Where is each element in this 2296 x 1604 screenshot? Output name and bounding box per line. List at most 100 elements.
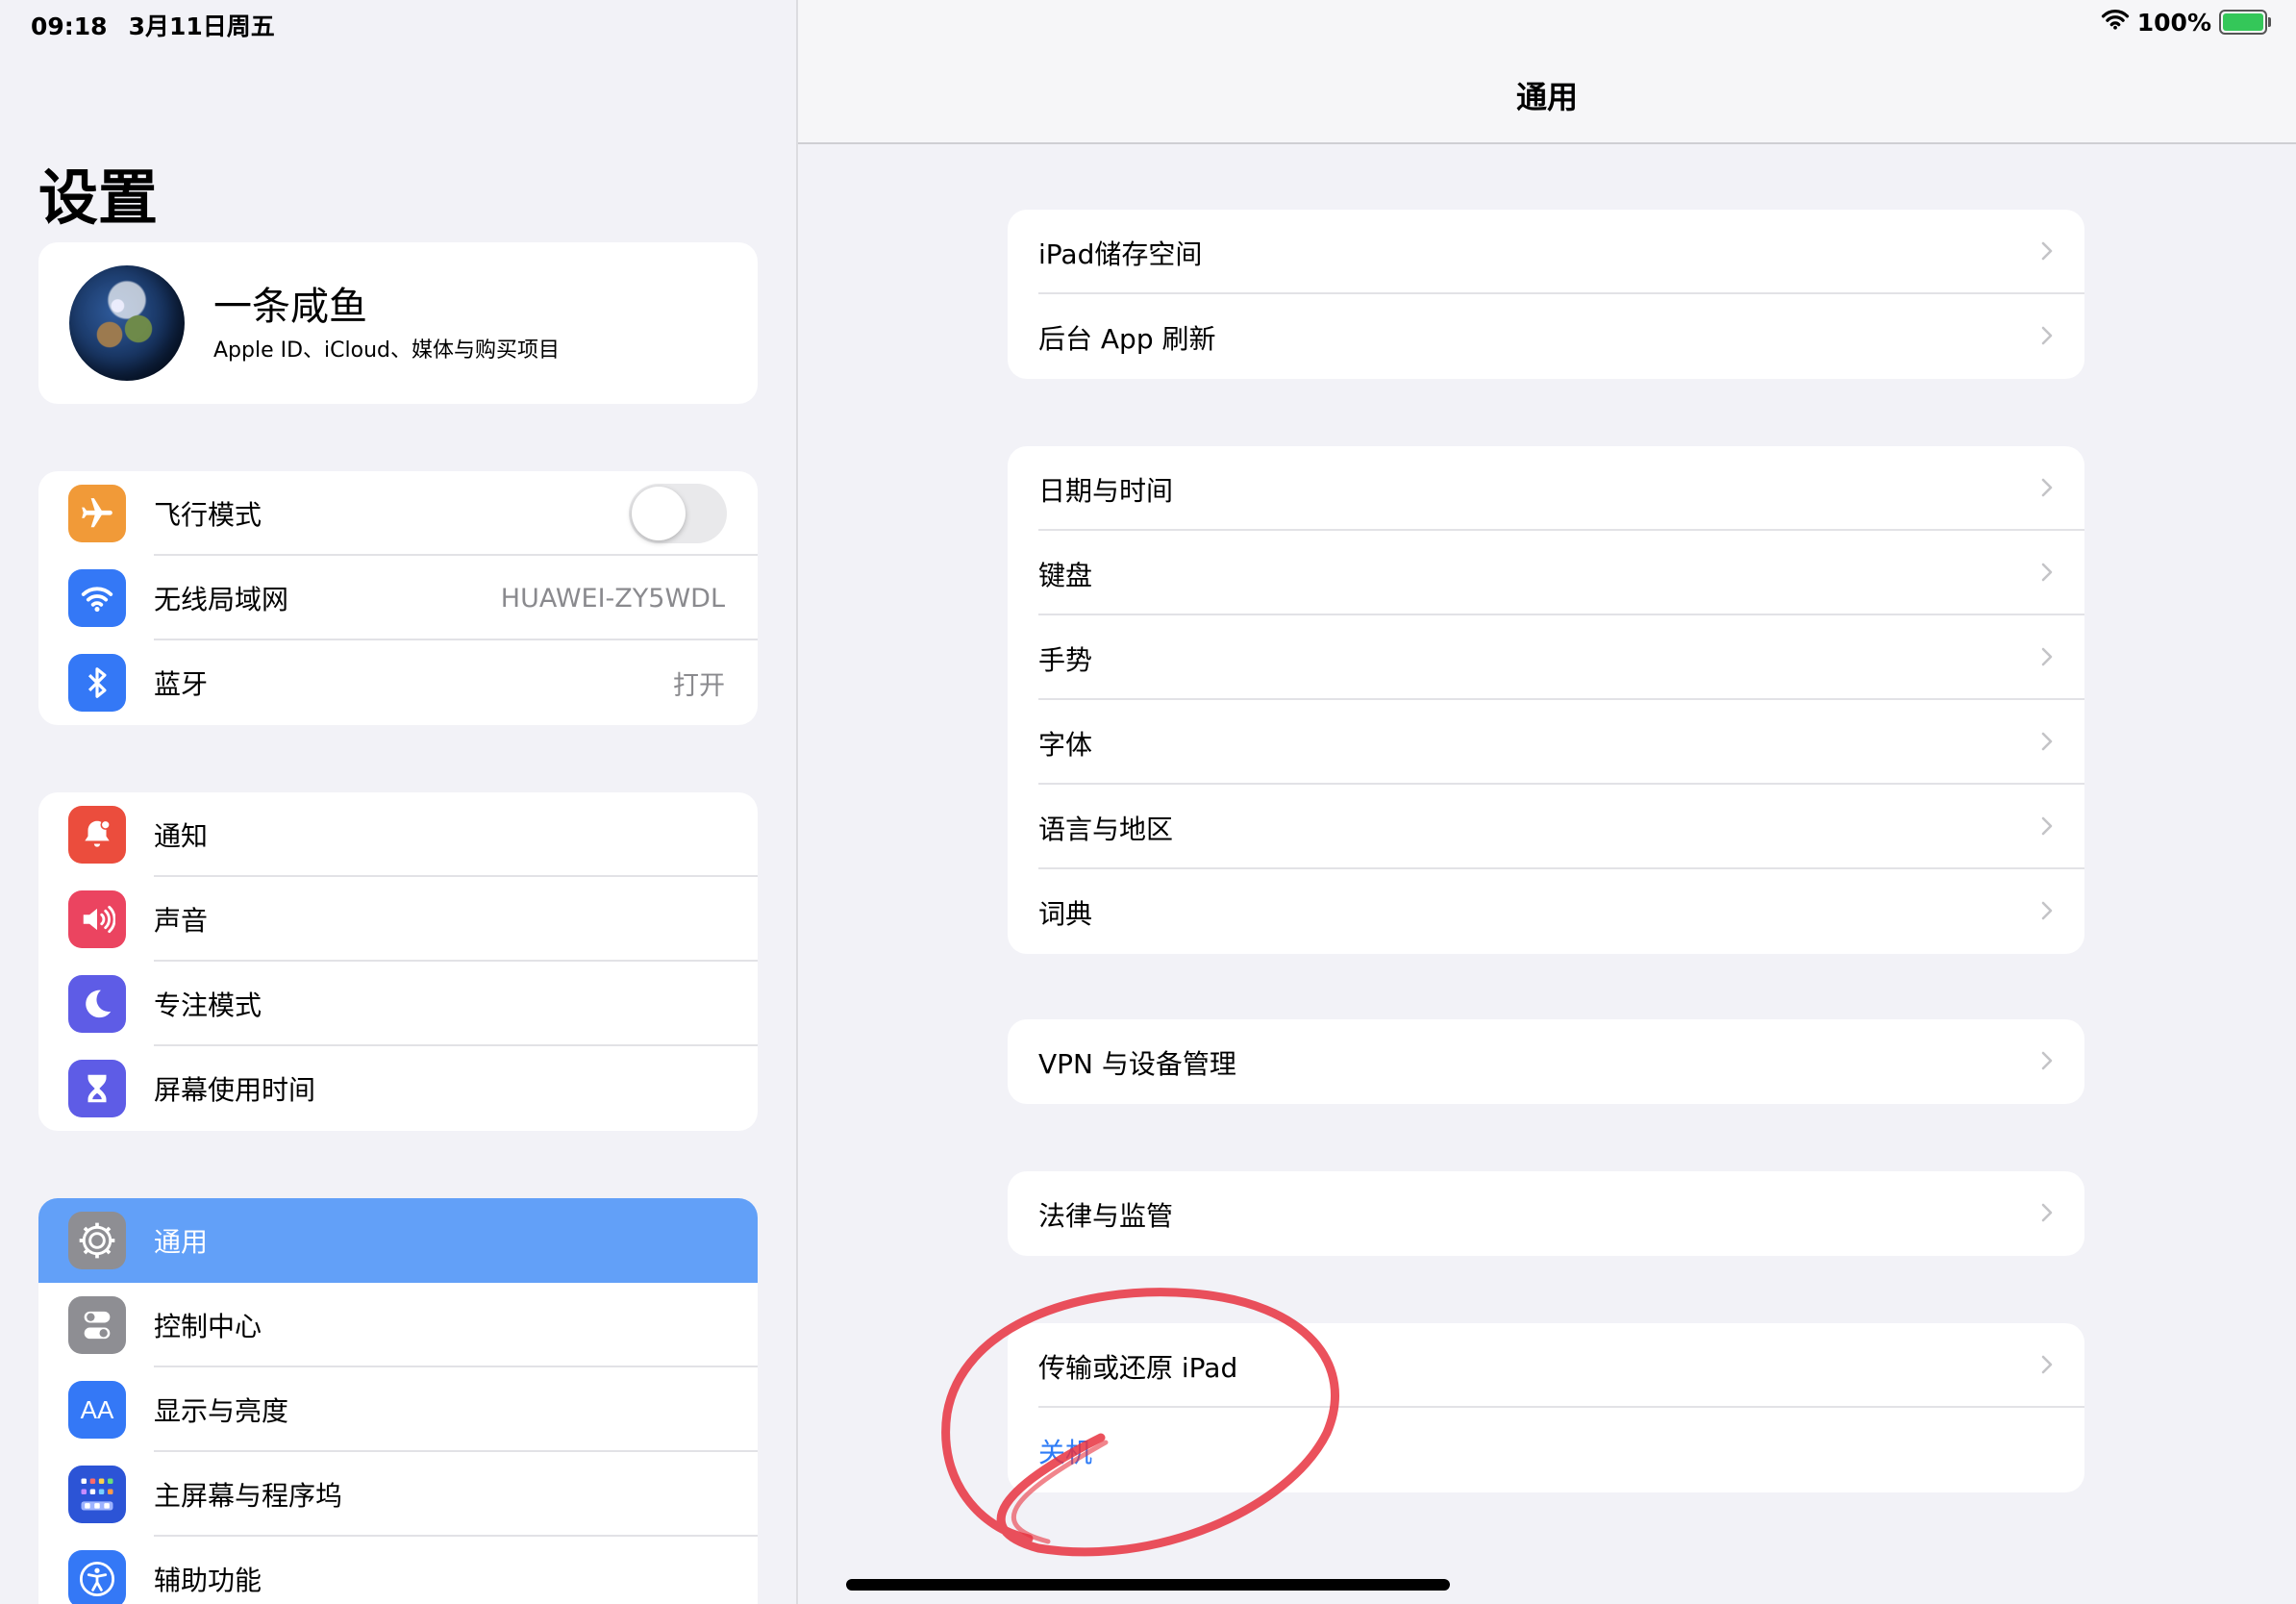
sidebar-item-label: 主屏幕与程序坞	[154, 1480, 343, 1512]
bluetooth-icon	[68, 654, 126, 712]
connectivity-group: 飞行模式 无线局域网 HUAWEI-ZY5WDL 蓝牙 打开	[38, 471, 758, 725]
status-time: 09:18	[31, 13, 108, 40]
row-legal-regulatory[interactable]: 法律与监管	[1008, 1171, 2084, 1256]
row-background-app-refresh[interactable]: 后台 App 刷新	[1008, 294, 2084, 379]
accessibility-icon	[68, 1550, 126, 1604]
row-label: 键盘	[1038, 560, 1093, 591]
sidebar-item-display[interactable]: AA 显示与亮度	[38, 1367, 758, 1452]
nav-title: 通用	[1515, 79, 1578, 115]
sidebar-item-general[interactable]: 通用	[38, 1198, 758, 1283]
status-bar-right: 100%	[2101, 8, 2271, 37]
general-detail-pane: 通用 100% iPad储存空间 后台 App 刷新 日期与时间 键盘 手势 字…	[798, 0, 2296, 1604]
sidebar-item-label: 蓝牙	[154, 668, 209, 700]
page-title: 设置	[38, 163, 159, 233]
row-label: iPad储存空间	[1038, 238, 1203, 270]
row-language-region[interactable]: 语言与地区	[1008, 785, 2084, 869]
sidebar-item-label: 无线局域网	[154, 584, 289, 615]
sidebar-item-bluetooth[interactable]: 蓝牙 打开	[38, 640, 758, 725]
bluetooth-status: 打开	[673, 670, 725, 701]
chevron-right-icon	[2041, 241, 2053, 261]
row-fonts[interactable]: 字体	[1008, 700, 2084, 785]
chevron-right-icon	[2041, 1051, 2053, 1070]
sidebar-item-airplane-mode[interactable]: 飞行模式	[38, 471, 758, 556]
toggle-knob	[632, 487, 686, 540]
airplane-mode-toggle[interactable]	[629, 484, 727, 543]
locale-group: 日期与时间 键盘 手势 字体 语言与地区 词典	[1008, 446, 2084, 954]
settings-sidebar: 09:18 3月11日周五 设置 一条咸鱼 Apple ID、iCloud、媒体与…	[0, 0, 798, 1604]
chevron-right-icon	[2041, 732, 2053, 751]
row-label: 传输或还原 iPad	[1038, 1352, 1238, 1384]
sidebar-item-label: 通用	[154, 1226, 209, 1258]
sidebar-item-screen-time[interactable]: 屏幕使用时间	[38, 1046, 758, 1131]
row-dictionary[interactable]: 词典	[1008, 869, 2084, 954]
profile-subtitle: Apple ID、iCloud、媒体与购买项目	[213, 338, 561, 363]
chevron-right-icon	[2041, 563, 2053, 582]
sidebar-item-label: 显示与亮度	[154, 1395, 289, 1427]
row-ipad-storage[interactable]: iPad储存空间	[1008, 210, 2084, 294]
row-label: 语言与地区	[1038, 814, 1174, 845]
row-date-time[interactable]: 日期与时间	[1008, 446, 2084, 531]
profile-name: 一条咸鱼	[213, 285, 367, 329]
home-grid-icon	[68, 1466, 126, 1523]
airplane-icon	[68, 485, 126, 542]
row-label: 后台 App 刷新	[1038, 323, 1216, 355]
sidebar-item-label: 声音	[154, 905, 209, 937]
sidebar-item-home-screen[interactable]: 主屏幕与程序坞	[38, 1452, 758, 1537]
sidebar-item-notifications[interactable]: 通知	[38, 792, 758, 877]
sidebar-item-accessibility[interactable]: 辅助功能	[38, 1537, 758, 1604]
sidebar-item-focus[interactable]: 专注模式	[38, 962, 758, 1046]
home-indicator[interactable]	[846, 1579, 1450, 1591]
moon-icon	[68, 975, 126, 1033]
sidebar-item-label: 专注模式	[154, 990, 262, 1021]
chevron-right-icon	[2041, 326, 2053, 345]
chevron-right-icon	[2041, 816, 2053, 836]
general-group: 通用 控制中心 AA 显示与亮度 主屏幕与程序坞 辅助功能	[38, 1198, 758, 1604]
storage-group: iPad储存空间 后台 App 刷新	[1008, 210, 2084, 379]
text-size-icon: AA	[68, 1381, 126, 1439]
sidebar-item-label: 辅助功能	[154, 1565, 262, 1596]
row-label: 日期与时间	[1038, 475, 1174, 507]
chevron-right-icon	[2041, 478, 2053, 497]
wifi-icon	[2101, 8, 2130, 37]
chevron-right-icon	[2041, 647, 2053, 666]
chevron-right-icon	[2041, 901, 2053, 920]
chevron-right-icon	[2041, 1203, 2053, 1222]
wifi-icon	[68, 569, 126, 627]
status-bar-left: 09:18 3月11日周五	[31, 8, 296, 42]
status-date: 3月11日周五	[128, 13, 275, 40]
wifi-network-name: HUAWEI-ZY5WDL	[500, 583, 725, 614]
sidebar-item-sounds[interactable]: 声音	[38, 877, 758, 962]
avatar	[69, 265, 185, 381]
speaker-icon	[68, 890, 126, 948]
sidebar-item-label: 飞行模式	[154, 499, 262, 531]
row-label: 词典	[1038, 898, 1093, 930]
sidebar-item-label: 通知	[154, 820, 209, 852]
bell-icon	[68, 806, 126, 864]
hourglass-icon	[68, 1060, 126, 1117]
gear-icon	[68, 1212, 126, 1269]
row-keyboard[interactable]: 键盘	[1008, 531, 2084, 615]
sidebar-item-label: 屏幕使用时间	[154, 1074, 316, 1106]
row-gestures[interactable]: 手势	[1008, 615, 2084, 700]
row-transfer-reset[interactable]: 传输或还原 iPad	[1008, 1323, 2084, 1408]
sidebar-item-control-center[interactable]: 控制中心	[38, 1283, 758, 1367]
battery-charging-icon	[2219, 10, 2271, 35]
legal-group: 法律与监管	[1008, 1171, 2084, 1256]
row-label: 法律与监管	[1038, 1200, 1174, 1232]
row-label: VPN 与设备管理	[1038, 1048, 1236, 1080]
row-label: 字体	[1038, 729, 1093, 761]
chevron-right-icon	[2041, 1355, 2053, 1374]
shut-down-button: 关机	[1038, 1437, 1093, 1468]
battery-percent: 100%	[2136, 8, 2211, 37]
sidebar-item-wifi[interactable]: 无线局域网 HUAWEI-ZY5WDL	[38, 556, 758, 640]
apple-id-card[interactable]: 一条咸鱼 Apple ID、iCloud、媒体与购买项目	[38, 242, 758, 404]
navigation-bar: 通用 100%	[798, 0, 2296, 144]
sidebar-item-label: 控制中心	[154, 1311, 262, 1342]
row-shut-down[interactable]: 关机	[1008, 1408, 2084, 1492]
row-label: 手势	[1038, 644, 1093, 676]
reset-group: 传输或还原 iPad 关机	[1008, 1323, 2084, 1492]
row-vpn-device-management[interactable]: VPN 与设备管理	[1008, 1019, 2084, 1104]
notifications-group: 通知 声音 专注模式 屏幕使用时间	[38, 792, 758, 1131]
toggles-icon	[68, 1296, 126, 1354]
vpn-group: VPN 与设备管理	[1008, 1019, 2084, 1104]
